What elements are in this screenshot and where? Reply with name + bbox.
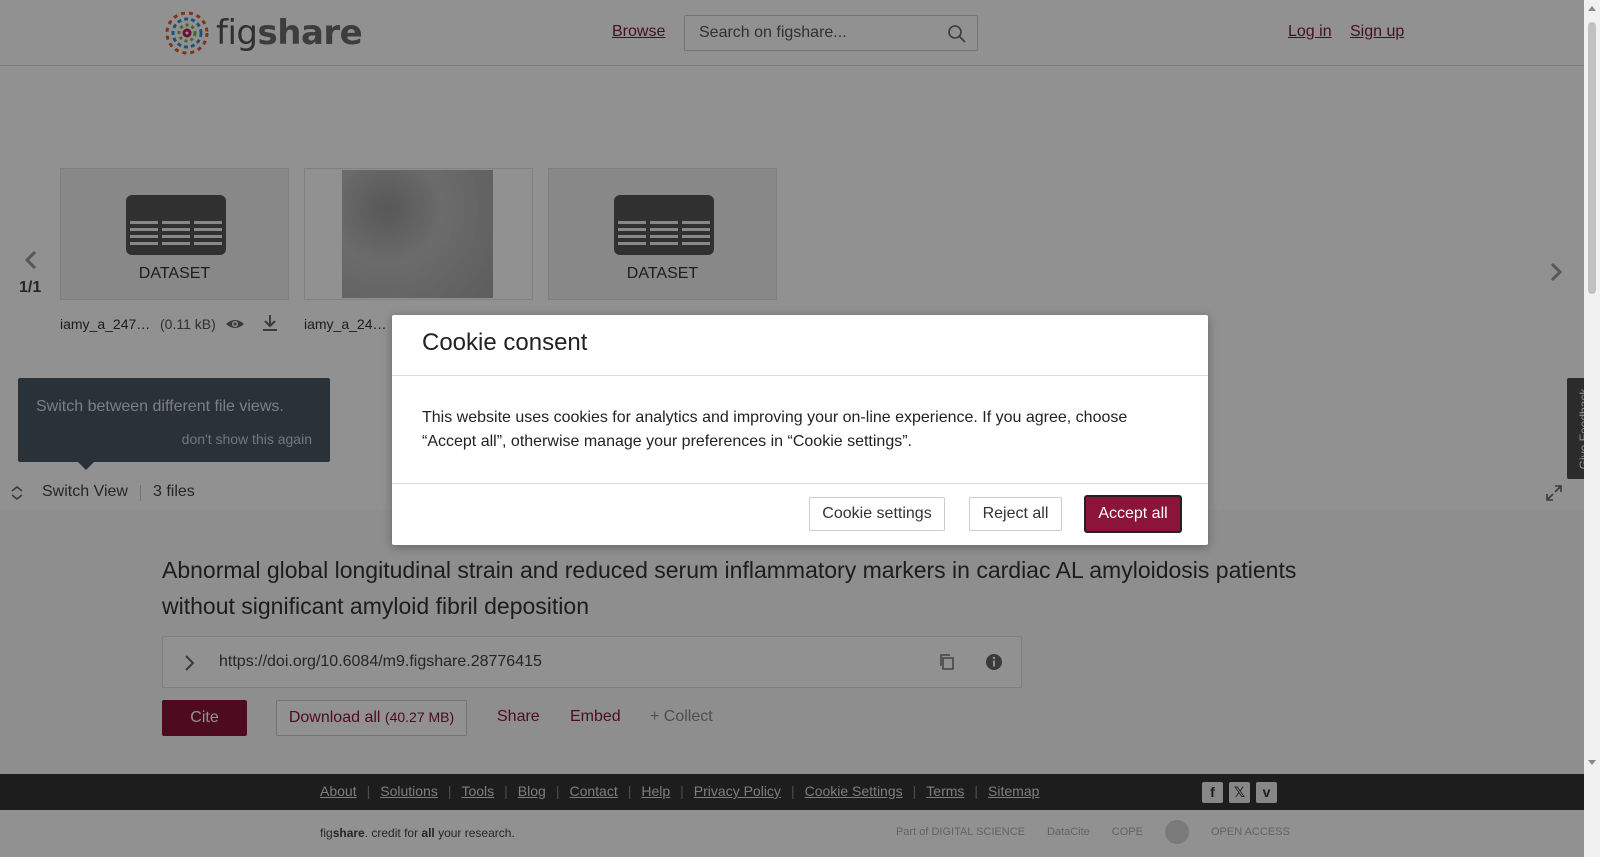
scroll-thumb[interactable] bbox=[1588, 22, 1596, 294]
scroll-up-arrow[interactable] bbox=[1588, 6, 1596, 11]
cookie-consent-dialog: Cookie consent This website uses cookies… bbox=[392, 315, 1208, 545]
reject-all-button[interactable]: Reject all bbox=[969, 497, 1062, 531]
page-scrollbar[interactable] bbox=[1584, 0, 1600, 857]
divider bbox=[392, 375, 1208, 376]
cookie-dialog-title: Cookie consent bbox=[422, 329, 588, 356]
accept-all-button[interactable]: Accept all bbox=[1084, 495, 1182, 533]
cookie-settings-button[interactable]: Cookie settings bbox=[809, 497, 945, 531]
scroll-down-arrow[interactable] bbox=[1588, 760, 1596, 765]
cookie-dialog-body: This website uses cookies for analytics … bbox=[422, 409, 1128, 450]
divider bbox=[392, 483, 1208, 484]
